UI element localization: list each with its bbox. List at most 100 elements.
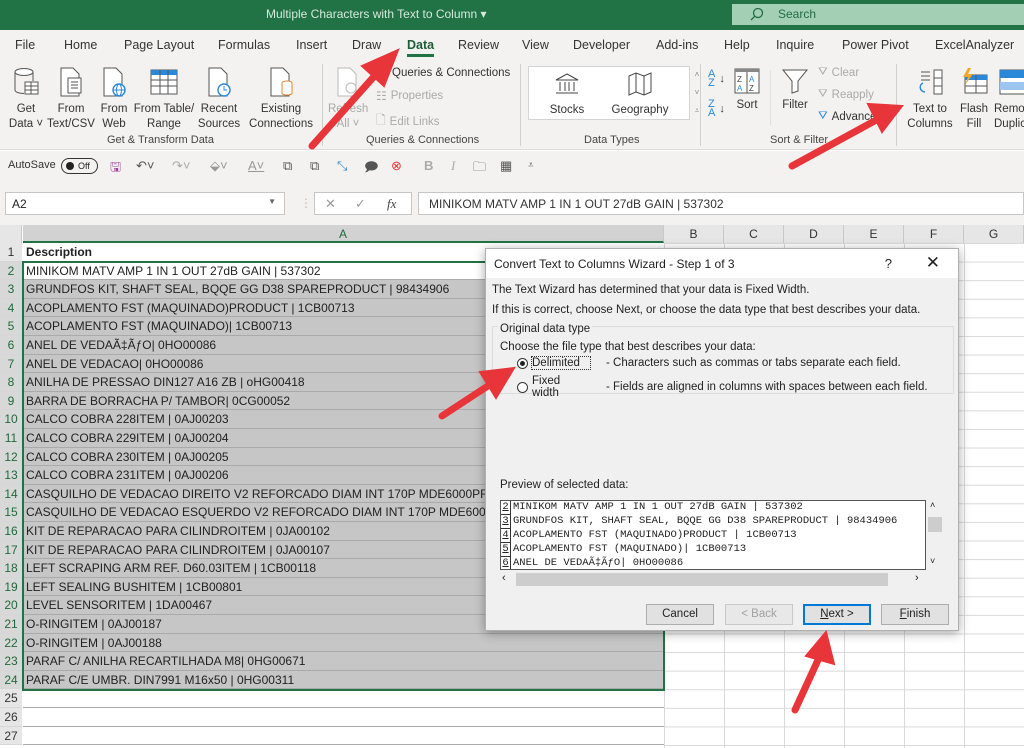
delete-comment-icon[interactable]: ⊗ <box>391 158 402 174</box>
scroll-thumb[interactable] <box>516 573 888 586</box>
folder-icon[interactable]: 🗀 <box>473 158 486 180</box>
row-header[interactable]: 4 <box>0 298 22 318</box>
tab-developer[interactable]: Developer <box>573 38 630 52</box>
font-color-icon[interactable]: A˅ <box>248 158 264 173</box>
formula-input[interactable]: MINIKOM MATV AMP 1 IN 1 OUT 27dB GAIN | … <box>418 192 1024 215</box>
finish-button[interactable]: Finish <box>881 604 949 625</box>
tab-home[interactable]: Home <box>64 38 97 52</box>
preview-vertical-scrollbar[interactable]: ˄ ˅ <box>926 500 943 570</box>
row-header[interactable]: 17 <box>0 540 22 560</box>
tab-inquire[interactable]: Inquire <box>776 38 814 52</box>
preview-horizontal-scrollbar[interactable]: ‹ › <box>500 571 940 588</box>
row-header[interactable]: 3 <box>0 280 22 299</box>
row-header[interactable]: 11 <box>0 429 22 448</box>
help-button[interactable]: ? <box>885 256 892 271</box>
clear-filter-button[interactable]: ⛛ Clear <box>818 66 859 79</box>
advanced-filter-button[interactable]: ⛛Advanced <box>818 110 874 123</box>
row-header[interactable]: 24 <box>0 670 22 690</box>
flash-fill-button[interactable]: Flash Fill <box>958 66 990 132</box>
column-header-e[interactable]: E <box>844 225 904 243</box>
back-button[interactable]: < Back <box>725 604 793 625</box>
next-button[interactable]: Next > <box>803 604 871 625</box>
column-header-c[interactable]: C <box>724 225 784 243</box>
row-header[interactable]: 27 <box>0 726 22 746</box>
row-header[interactable]: 13 <box>0 466 22 485</box>
from-text-csv-button[interactable]: From Text/CSV <box>46 66 96 132</box>
row-header[interactable]: 2 <box>0 261 22 281</box>
row-header[interactable]: 21 <box>0 615 22 634</box>
radio-indicator[interactable] <box>517 381 528 393</box>
properties-button[interactable]: ☷ Properties <box>376 89 443 103</box>
tab-formulas[interactable]: Formulas <box>218 38 270 52</box>
row-header[interactable]: 12 <box>0 447 22 467</box>
tab-excelanalyzer[interactable]: ExcelAnalyzer <box>935 38 1014 52</box>
row-header[interactable]: 1 <box>0 243 22 262</box>
tab-insert[interactable]: Insert <box>296 38 327 52</box>
scroll-right-icon[interactable]: › <box>915 572 919 584</box>
cancel-button[interactable]: Cancel <box>646 604 714 625</box>
remove-duplicates-button[interactable]: Remove Duplicates <box>994 66 1024 132</box>
name-box[interactable]: A2 ▼ <box>5 192 285 215</box>
chevron-down-icon[interactable]: ▼ <box>268 197 276 206</box>
table-row[interactable]: O-RINGITEM | 0AJ00188 <box>23 633 664 653</box>
geography-button[interactable]: Geography <box>607 71 673 118</box>
queries-connections-button[interactable]: Queries & Connections <box>376 67 510 79</box>
trace-precedents-icon[interactable]: ⧉ <box>283 158 292 174</box>
trace-dependents-icon[interactable]: ⧉ <box>310 158 319 174</box>
row-header[interactable]: 23 <box>0 652 22 671</box>
insert-function-icon[interactable]: fx <box>387 196 396 212</box>
cancel-icon[interactable]: ✕ <box>325 196 336 212</box>
sort-za-button[interactable]: Z A ↓ <box>708 99 725 119</box>
save-icon[interactable]: 🖫 <box>110 158 121 180</box>
scroll-thumb[interactable] <box>928 517 942 532</box>
stocks-button[interactable]: Stocks <box>539 71 595 118</box>
radio-fixed-width[interactable]: Fixed width - Fields are aligned in colu… <box>517 375 928 399</box>
reapply-button[interactable]: ⛛ Reapply <box>818 88 874 101</box>
italic-icon[interactable]: I <box>451 158 455 174</box>
tab-power-pivot[interactable]: Power Pivot <box>842 38 909 52</box>
select-all-corner[interactable] <box>0 225 22 243</box>
autosave-toggle[interactable]: Off <box>61 158 98 174</box>
row-header[interactable]: 18 <box>0 559 22 578</box>
customize-qat-icon[interactable]: ⩡ <box>528 160 534 171</box>
row-header[interactable]: 14 <box>0 484 22 504</box>
table-row[interactable] <box>23 689 664 708</box>
row-header[interactable]: 8 <box>0 373 22 392</box>
sort-button[interactable]: ZAAZ Sort <box>732 68 762 113</box>
scroll-up-icon[interactable]: ˄ <box>930 500 935 510</box>
comment-icon[interactable]: 🗩 <box>364 158 378 180</box>
row-header[interactable]: 7 <box>0 354 22 374</box>
sort-az-button[interactable]: A Z ↓ <box>708 69 725 89</box>
search-box[interactable]: Search <box>732 4 1024 25</box>
row-header[interactable]: 19 <box>0 577 22 597</box>
radio-indicator[interactable] <box>517 357 528 369</box>
column-header-b[interactable]: B <box>664 225 724 243</box>
from-table-range-button[interactable]: From Table/ Range <box>133 66 195 132</box>
table-row[interactable]: PARAF C/ ANILHA RECARTILHADA M8| 0HG0067… <box>23 652 664 671</box>
scroll-left-icon[interactable]: ‹ <box>502 572 506 584</box>
row-header[interactable]: 9 <box>0 391 22 411</box>
column-header-g[interactable]: G <box>964 225 1024 243</box>
tab-file[interactable]: File <box>15 38 35 52</box>
row-header[interactable]: 20 <box>0 596 22 615</box>
bold-icon[interactable]: B <box>424 158 433 173</box>
row-header[interactable]: 26 <box>0 708 22 727</box>
text-to-columns-button[interactable]: Text to Columns <box>904 66 956 132</box>
row-header[interactable]: 6 <box>0 336 22 355</box>
row-header[interactable]: 22 <box>0 633 22 653</box>
column-header-f[interactable]: F <box>904 225 964 243</box>
calculator-icon[interactable]: ▦ <box>500 158 512 174</box>
enter-icon[interactable]: ✓ <box>355 196 366 212</box>
close-button[interactable]: ✕ <box>926 253 940 273</box>
row-header[interactable]: 10 <box>0 410 22 429</box>
table-row[interactable] <box>23 727 664 746</box>
scroll-down-icon[interactable]: ˅ <box>930 556 935 566</box>
redo-icon[interactable]: ↷˅ <box>172 158 190 174</box>
splitter-handle[interactable]: ⋮ <box>300 196 312 210</box>
get-data-button[interactable]: Get Data ˅ <box>8 66 44 132</box>
tab-draw[interactable]: Draw <box>352 38 381 52</box>
tab-review[interactable]: Review <box>458 38 499 52</box>
data-preview[interactable]: 2 MINIKOM MATV AMP 1 IN 1 OUT 27dB GAIN |… <box>500 500 926 570</box>
tab-page-layout[interactable]: Page Layout <box>124 38 194 52</box>
column-header-d[interactable]: D <box>784 225 844 243</box>
